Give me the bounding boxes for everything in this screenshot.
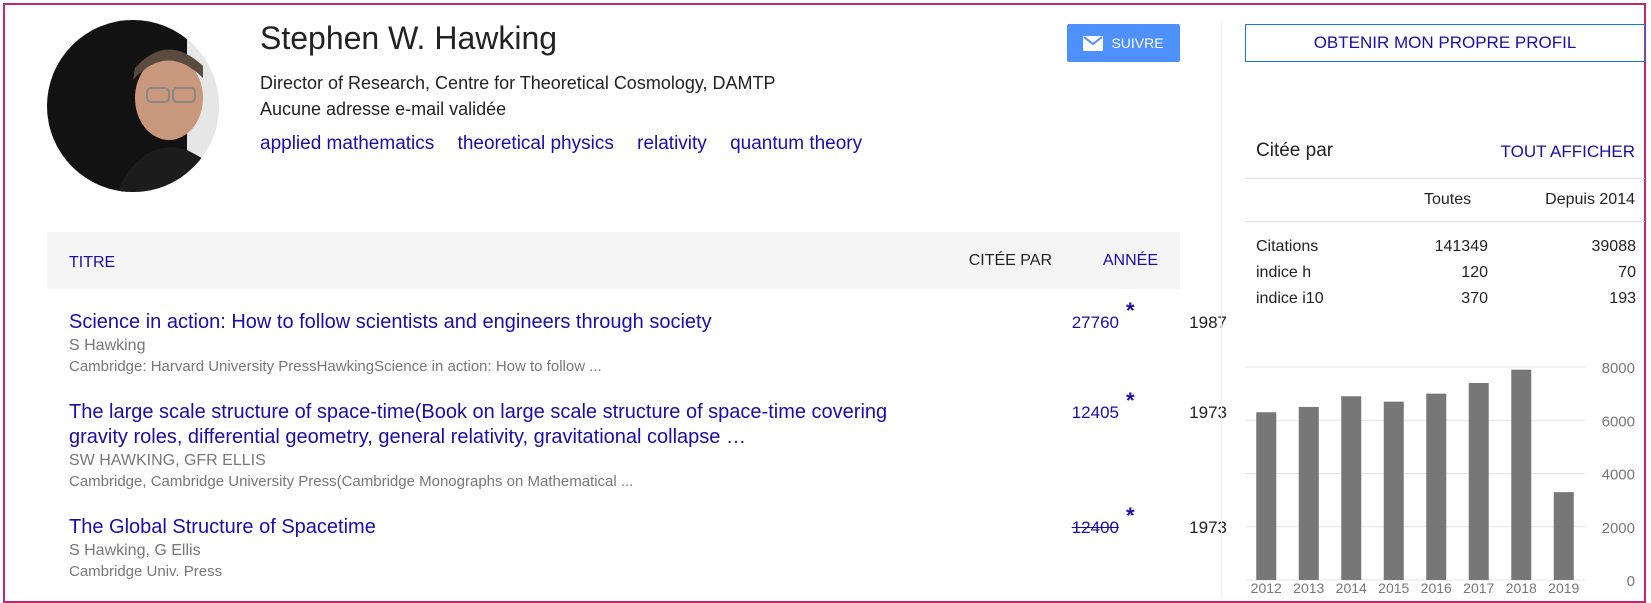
mail-icon <box>1083 35 1104 51</box>
article-venue: Cambridge, Cambridge University Press(Ca… <box>69 473 634 490</box>
profile-affiliation: Director of Research, Centre for Theoret… <box>260 73 776 93</box>
x-tick-label: 2019 <box>1548 580 1579 595</box>
portrait-image <box>47 20 219 192</box>
article-title-link[interactable]: Science in action: How to follow scienti… <box>69 310 949 335</box>
article-venue: Cambridge Univ. Press <box>69 563 223 580</box>
table-row: The large scale structure of space-time(… <box>69 388 1227 492</box>
article-venue: Cambridge: Harvard University PressHawki… <box>69 358 602 375</box>
get-profile-button[interactable]: OBTENIR MON PROPRE PROFIL <box>1245 24 1645 62</box>
article-title-link[interactable]: The Global Structure of Spacetime <box>69 515 949 540</box>
citation-count-link[interactable]: 12405 <box>1004 403 1119 423</box>
interest-link[interactable]: applied mathematics <box>260 133 434 154</box>
x-tick-label: 2013 <box>1293 580 1324 595</box>
sort-year-link[interactable]: ANNÉE <box>1103 252 1158 270</box>
x-tick-label: 2015 <box>1378 580 1409 595</box>
stat-value-since: 193 <box>1609 290 1636 307</box>
table-header: TITRE CITÉE PAR ANNÉE <box>47 232 1180 289</box>
stat-value-all: 141349 <box>1434 238 1488 255</box>
interest-link[interactable]: theoretical physics <box>458 133 614 154</box>
chart-bar[interactable] <box>1553 492 1574 580</box>
cited-by-heading: Citée par <box>1256 140 1334 161</box>
follow-button[interactable]: SUIVRE <box>1067 24 1180 62</box>
citations-bar-chart: 8000 6000 4000 2000 0 2012 2013 2014 2015 2016 201… <box>1245 360 1635 595</box>
interests-list: applied mathematics theoretical physics … <box>260 133 880 155</box>
chart-bar[interactable] <box>1298 406 1319 580</box>
article-title-link[interactable]: The large scale structure of space-time(… <box>69 400 949 450</box>
stats-divider <box>1245 221 1645 222</box>
profile-name: Stephen W. Hawking <box>260 20 558 56</box>
article-year: 1987 <box>1189 313 1227 332</box>
stat-value-all: 370 <box>1461 290 1488 307</box>
y-tick-label: 4000 <box>1602 467 1635 484</box>
chart-bar[interactable] <box>1383 401 1404 580</box>
stats-divider <box>1245 178 1645 179</box>
table-row: The Global Structure of Spacetime S Hawk… <box>69 503 1227 582</box>
column-divider <box>1221 20 1222 597</box>
article-authors: SW HAWKING, GFR ELLIS <box>69 452 266 469</box>
stat-value-since: 39088 <box>1591 238 1637 255</box>
interest-link[interactable]: relativity <box>637 133 707 154</box>
stat-label: indice h <box>1256 264 1312 281</box>
article-authors: S Hawking, G Ellis <box>69 542 201 559</box>
stat-value-all: 120 <box>1461 264 1488 281</box>
article-authors: S Hawking <box>69 337 146 354</box>
email-status: Aucune adresse e-mail validée <box>260 99 507 119</box>
interest-link[interactable]: quantum theory <box>730 133 862 154</box>
stats-col-all: Toutes <box>1424 191 1472 208</box>
chart-bar[interactable] <box>1341 396 1362 580</box>
stat-label: Citations <box>1256 238 1319 255</box>
y-tick-label: 2000 <box>1602 520 1635 537</box>
chart-bar[interactable] <box>1468 382 1489 580</box>
citation-count-link[interactable]: 12400 <box>1004 518 1119 538</box>
table-row: Science in action: How to follow scienti… <box>69 298 1227 377</box>
chart-bar[interactable] <box>1256 412 1277 580</box>
citation-count-link[interactable]: 27760 <box>1004 313 1119 333</box>
x-tick-label: 2018 <box>1506 580 1537 595</box>
sort-title-link[interactable]: TITRE <box>69 254 115 272</box>
x-tick-label: 2012 <box>1251 580 1282 595</box>
follow-label: SUIVRE <box>1111 35 1164 51</box>
article-year: 1973 <box>1189 403 1227 422</box>
show-all-link[interactable]: TOUT AFFICHER <box>1501 142 1635 162</box>
x-tick-label: 2017 <box>1463 580 1494 595</box>
chart-bar[interactable] <box>1426 393 1447 580</box>
y-tick-label: 0 <box>1627 573 1635 590</box>
x-tick-label: 2014 <box>1336 580 1367 595</box>
stats-col-since: Depuis 2014 <box>1545 191 1635 208</box>
y-tick-label: 8000 <box>1602 360 1635 377</box>
article-year: 1973 <box>1189 518 1227 537</box>
stat-label: indice i10 <box>1256 290 1324 307</box>
chart-bar[interactable] <box>1511 369 1532 580</box>
stat-value-since: 70 <box>1618 264 1636 281</box>
cited-by-header: CITÉE PAR <box>968 252 1052 269</box>
x-tick-label: 2016 <box>1421 580 1452 595</box>
y-tick-label: 6000 <box>1602 413 1635 430</box>
profile-photo <box>47 20 219 192</box>
